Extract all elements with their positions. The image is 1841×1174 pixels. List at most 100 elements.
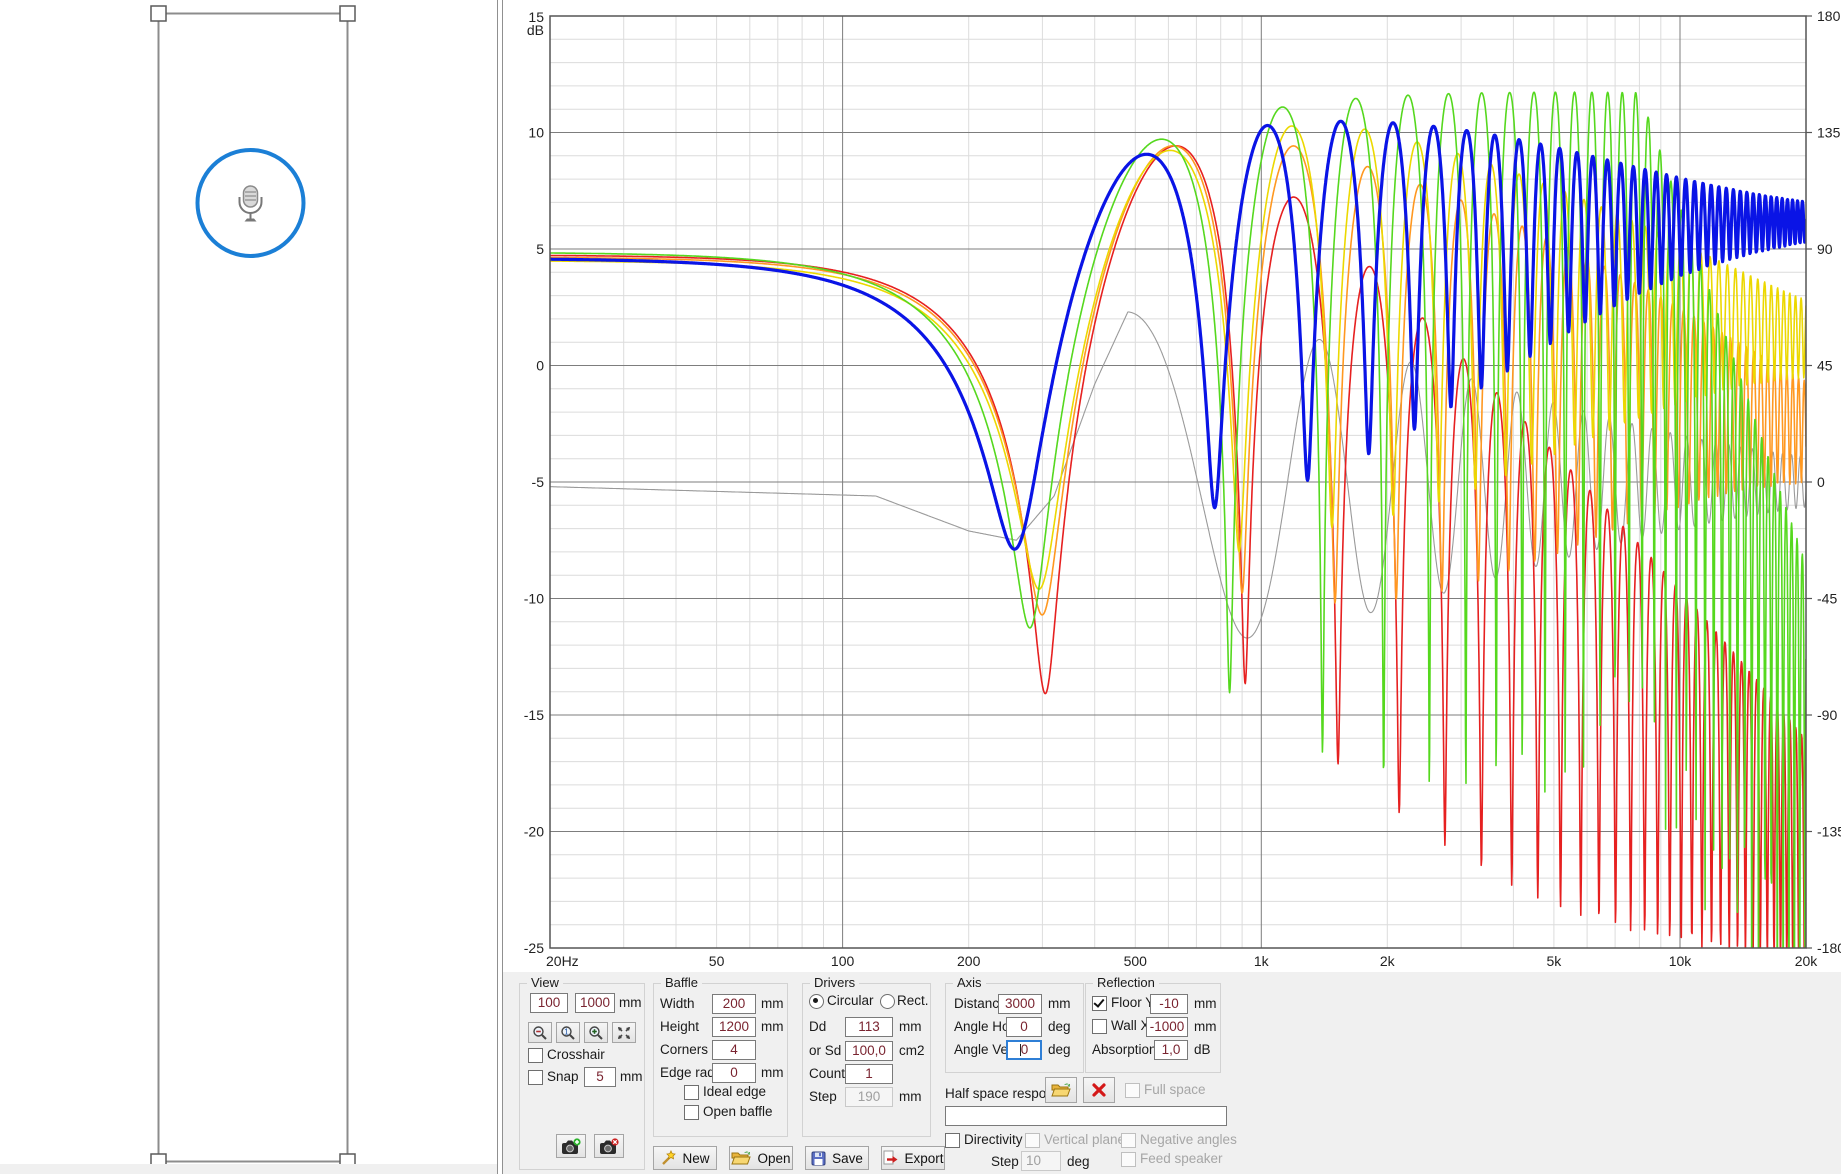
view-zoom-to-input[interactable]: 1000 [575, 993, 615, 1013]
floor-y-input[interactable]: -10 [1150, 994, 1188, 1014]
wall-reflection-checkbox[interactable] [1092, 1019, 1107, 1034]
magnifier-one-icon: 1 [560, 1025, 576, 1041]
wall-x-input[interactable]: -1000 [1146, 1017, 1188, 1037]
camera-plus-icon [561, 1138, 581, 1155]
new-button-label: New [682, 1151, 709, 1166]
edge-baffle-simulator-window: 15dB1050-5-10-15-20-2520Hz501002005001k2… [0, 0, 1841, 1174]
snap-mm-unit: mm [620, 1069, 643, 1084]
baffle-edge-input[interactable]: 0 [712, 1063, 756, 1083]
directivity-step-deg: deg [1067, 1154, 1090, 1169]
driver-sd-input[interactable]: 100,0 [845, 1041, 893, 1061]
snap-checkbox[interactable] [528, 1070, 543, 1085]
response-panel: 15dB1050-5-10-15-20-2520Hz501002005001k2… [503, 0, 1841, 1174]
add-snapshot-button[interactable] [556, 1134, 586, 1158]
half-space-path-field[interactable] [945, 1106, 1227, 1126]
drivers-group: Drivers Circular Rect. Dd 113 mm or Sd 1… [802, 983, 931, 1137]
angle-ver-label: Angle Ver [954, 1042, 1013, 1057]
crosshair-checkbox[interactable] [528, 1048, 543, 1063]
svg-text:20k: 20k [1795, 953, 1819, 969]
directivity-checkbox[interactable] [945, 1133, 960, 1148]
baffle-corners-input[interactable]: 4 [712, 1040, 756, 1060]
angle-ver-input[interactable]: 0 [1006, 1040, 1042, 1060]
ideal-edge-checkbox[interactable] [684, 1085, 699, 1100]
open-baffle-checkbox[interactable] [684, 1105, 699, 1120]
zoom-in-button[interactable] [584, 1022, 608, 1043]
view-mm-unit: mm [619, 995, 642, 1010]
directivity-label: Directivity [964, 1132, 1023, 1147]
baffle-edge-mm: mm [761, 1065, 784, 1080]
absorption-input[interactable]: 1,0 [1154, 1040, 1188, 1060]
view-zoom-from-input[interactable]: 100 [530, 993, 568, 1013]
vertical-plane-checkbox[interactable] [1025, 1133, 1040, 1148]
absorption-label: Absorption [1092, 1042, 1157, 1057]
reflection-group: Reflection Floor Y -10 mm Wall X -1000 m… [1085, 983, 1221, 1073]
svg-text:500: 500 [1124, 953, 1148, 969]
delete-snapshot-button[interactable] [594, 1134, 624, 1158]
vertical-plane-label: Vertical plane [1044, 1132, 1125, 1147]
floor-reflection-checkbox[interactable] [1092, 996, 1107, 1011]
baffle-width-label: Width [660, 996, 695, 1011]
driver-sd-unit: cm2 [899, 1043, 925, 1058]
wall-label: Wall X [1111, 1018, 1150, 1033]
svg-text:-180: -180 [1817, 940, 1841, 956]
directivity-step-input[interactable]: 10 [1021, 1151, 1061, 1171]
driver-dd-mm: mm [899, 1019, 922, 1034]
driver-sd-label: or Sd [809, 1043, 841, 1058]
open-button-label: Open [757, 1151, 790, 1166]
baffle-corners-label: Corners [660, 1042, 708, 1057]
full-space-checkbox[interactable] [1125, 1083, 1140, 1098]
svg-text:90: 90 [1817, 241, 1833, 257]
export-button[interactable]: Export [881, 1146, 945, 1170]
svg-text:-5: -5 [532, 474, 545, 490]
baffle-width-input[interactable]: 200 [712, 994, 756, 1014]
angle-hor-deg: deg [1048, 1019, 1071, 1034]
save-button[interactable]: Save [805, 1146, 869, 1170]
magnifier-plus-icon [588, 1025, 604, 1041]
driver-step-input[interactable]: 190 [845, 1087, 893, 1107]
new-button[interactable]: New [653, 1146, 717, 1170]
zoom-out-button[interactable] [528, 1022, 552, 1043]
corner-handle-top-left[interactable] [151, 6, 166, 21]
zoom-100-button[interactable]: 1 [556, 1022, 580, 1043]
driver-circular-radio[interactable] [809, 994, 824, 1009]
feed-speaker-checkbox[interactable] [1121, 1152, 1136, 1167]
fit-view-icon [616, 1025, 632, 1041]
svg-text:1k: 1k [1254, 953, 1270, 969]
camera-delete-icon [599, 1138, 619, 1155]
svg-text:10k: 10k [1669, 953, 1693, 969]
svg-text:200: 200 [957, 953, 981, 969]
open-button[interactable]: Open [729, 1146, 793, 1170]
save-button-label: Save [832, 1151, 863, 1166]
svg-text:-10: -10 [524, 591, 544, 607]
angle-hor-input[interactable]: 0 [1006, 1017, 1042, 1037]
zoom-fit-button[interactable] [612, 1022, 636, 1043]
half-space-clear-button[interactable] [1083, 1077, 1115, 1103]
svg-text:180: 180 [1817, 8, 1841, 24]
svg-text:5: 5 [536, 241, 544, 257]
baffle-canvas[interactable] [0, 0, 497, 1174]
baffle-height-label: Height [660, 1019, 699, 1034]
crosshair-label: Crosshair [547, 1047, 605, 1062]
open-folder-icon [1051, 1082, 1071, 1098]
negative-angles-checkbox[interactable] [1121, 1133, 1136, 1148]
svg-text:45: 45 [1817, 358, 1833, 374]
driver-dd-input[interactable]: 113 [845, 1017, 893, 1037]
driver-count-label: Count [809, 1066, 845, 1081]
frequency-response-chart: 15dB1050-5-10-15-20-2520Hz501002005001k2… [503, 0, 1841, 972]
corner-handle-top-right[interactable] [340, 6, 355, 21]
distance-input[interactable]: 3000 [998, 994, 1042, 1014]
left-panel-bottom-strip [0, 1164, 497, 1174]
negative-angles-label: Negative angles [1140, 1132, 1237, 1147]
svg-text:-25: -25 [524, 940, 544, 956]
panel-separator-line [497, 0, 498, 1174]
phase-curve [550, 312, 1806, 638]
full-space-label: Full space [1144, 1082, 1206, 1097]
view-group: View 100 1000 mm 1 [519, 983, 645, 1170]
half-space-open-button[interactable] [1045, 1077, 1077, 1103]
snap-value-input[interactable]: 5 [584, 1067, 616, 1087]
baffle-height-input[interactable]: 1200 [712, 1017, 756, 1037]
baffle-edge-label: Edge rad. [660, 1065, 719, 1080]
driver-rect-radio[interactable] [880, 994, 895, 1009]
absorption-db: dB [1194, 1042, 1211, 1057]
driver-count-input[interactable]: 1 [845, 1064, 893, 1084]
